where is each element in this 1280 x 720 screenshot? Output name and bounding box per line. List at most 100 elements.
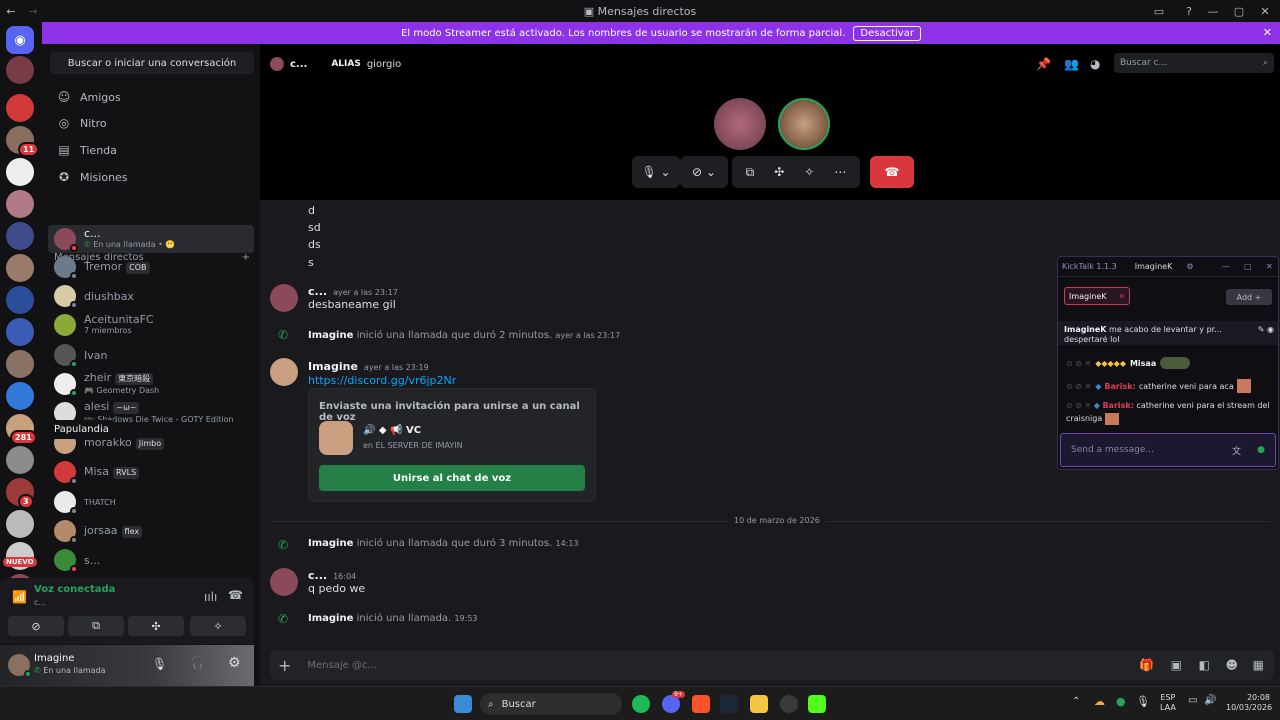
language-indicator[interactable]: ESP LAA — [1160, 693, 1176, 713]
dm-item[interactable]: THATCH — [48, 488, 254, 516]
dm-item[interactable]: AceitunitaFC 7 miembros — [48, 311, 254, 339]
mod-icons[interactable]: ⊙ ⊘ ✕ — [1066, 382, 1091, 391]
conversation-search[interactable]: Buscar o iniciar una conversación — [50, 52, 254, 74]
kick-icon[interactable] — [808, 695, 826, 713]
dm-item[interactable]: s... — [48, 546, 254, 574]
server-icon-12[interactable] — [6, 446, 34, 474]
mute-button[interactable]: 🎙 ⌄ — [632, 156, 680, 188]
message-author[interactable]: Imagine — [308, 360, 358, 373]
help-icon[interactable]: ? — [1178, 0, 1200, 22]
invite-link[interactable]: https://discord.gg/vr6jp2Nr — [308, 374, 456, 387]
deactivate-streamer-button[interactable]: Desactivar — [853, 25, 921, 41]
kicktalk-tab[interactable]: ImagineK — [1135, 262, 1173, 271]
pin-icon[interactable]: 📌 — [1036, 57, 1051, 71]
emote-picker-icon[interactable]: ● — [1257, 445, 1265, 455]
nav-nitro[interactable]: ◎ Nitro — [48, 110, 254, 136]
message-author[interactable]: Imagine — [308, 538, 353, 549]
user-avatar-server[interactable] — [6, 56, 34, 84]
add-channel-button[interactable]: Add + — [1226, 289, 1272, 305]
brave-icon[interactable] — [692, 695, 710, 713]
server-icon-10[interactable] — [6, 382, 34, 410]
screenshare-button[interactable]: ⧉ — [68, 616, 124, 636]
server-icon-8[interactable] — [6, 318, 34, 346]
message-author[interactable]: c... — [308, 569, 327, 582]
server-icon-7[interactable] — [6, 286, 34, 314]
minimize-icon[interactable]: — — [1202, 0, 1224, 22]
close-icon[interactable]: ✕ — [1266, 262, 1273, 271]
taskbar-search[interactable]: ⌕ Buscar — [480, 693, 622, 715]
dm-item[interactable]: diushbax — [48, 282, 254, 310]
minimize-icon[interactable]: — — [1222, 262, 1230, 271]
soundboard-button[interactable]: ✧ — [190, 616, 246, 636]
header-username[interactable]: c... — [290, 59, 307, 70]
dm-item[interactable]: c... ✆ En una llamada • 😬 — [48, 225, 254, 253]
avatar[interactable] — [270, 568, 298, 596]
end-call-button[interactable]: ☎ — [870, 156, 914, 188]
add-friend-icon[interactable]: 👥 — [1064, 57, 1079, 71]
participant-avatar-speaking[interactable] — [778, 98, 830, 150]
mod-icons[interactable]: ⊙ ⊘ ✕ — [1066, 359, 1091, 368]
camera-button[interactable]: ⊘ ⌄ — [680, 156, 728, 188]
activities-button[interactable]: ✣ — [128, 616, 184, 636]
camera-off-button[interactable]: ⊘ — [8, 616, 64, 636]
message-input[interactable]: + Mensaje @c... 🎁 ▣ ◧ ☻ ▦ — [270, 650, 1274, 680]
translate-icon[interactable]: 文 — [1232, 444, 1241, 457]
message-author[interactable]: Imagine — [308, 613, 353, 624]
inbox-icon[interactable]: ▭ — [1148, 0, 1170, 22]
voice-status[interactable]: Voz conectada — [34, 584, 115, 595]
server-icon-4[interactable] — [6, 190, 34, 218]
tray-status-icon[interactable]: ● — [1116, 695, 1126, 708]
maximize-icon[interactable]: ▢ — [1228, 0, 1250, 22]
forward-arrow-icon[interactable]: → — [22, 0, 44, 22]
close-window-icon[interactable]: ✕ — [1254, 0, 1276, 22]
server-icon-5[interactable] — [6, 222, 34, 250]
settings-gear-icon[interactable]: ⚙ — [1186, 262, 1193, 271]
windows-start-icon[interactable] — [454, 695, 472, 713]
discord-home-icon[interactable]: ◉ — [6, 26, 34, 54]
spotify-icon[interactable] — [632, 695, 650, 713]
headphones-icon[interactable]: 🎧 — [190, 656, 205, 670]
dm-item[interactable]: jorsaa flex — [48, 517, 254, 545]
chevron-up-icon[interactable]: ⌃ — [1072, 696, 1080, 707]
server-icon-9[interactable] — [6, 350, 34, 378]
server-icon-6[interactable] — [6, 254, 34, 282]
avatar[interactable] — [270, 358, 298, 386]
more-icon[interactable]: ⋯ — [834, 165, 846, 179]
dm-item[interactable]: Ivan — [48, 341, 254, 369]
back-arrow-icon[interactable]: ← — [0, 0, 22, 22]
settings-gear-icon[interactable]: ⚙ — [228, 655, 241, 671]
message-author[interactable]: c... — [308, 285, 327, 298]
add-attachment-icon[interactable]: + — [278, 656, 291, 675]
gif-icon[interactable]: ▣ — [1171, 658, 1182, 672]
nav-shop[interactable]: ▤ Tienda — [48, 137, 254, 163]
tray-app-icon[interactable]: ☁ — [1094, 695, 1105, 708]
nav-quests[interactable]: ✪ Misiones — [48, 164, 254, 190]
app-icon[interactable] — [780, 695, 798, 713]
close-chip-icon[interactable]: ✕ — [1118, 292, 1125, 301]
dm-item[interactable]: zheir 東京暗殺 🎮 Geometry Dash — [48, 370, 254, 398]
pin-icon[interactable]: ✎ ◉ — [1258, 325, 1274, 335]
maximize-icon[interactable]: ▢ — [1244, 262, 1252, 271]
server-icon-14[interactable] — [6, 510, 34, 538]
volume-icon[interactable]: 🔊 — [1204, 695, 1216, 706]
chat-search-input[interactable]: Buscar c... ⌕ — [1114, 53, 1274, 73]
microphone-icon[interactable]: 🎙 — [1136, 695, 1150, 708]
clock[interactable]: 20:08 10/03/2026 — [1226, 693, 1272, 713]
network-icon[interactable]: ▭ — [1188, 695, 1197, 706]
apps-icon[interactable]: ▦ — [1253, 658, 1264, 672]
dm-item[interactable]: Misa RVLS — [48, 458, 254, 486]
mod-icons[interactable]: ⊙ ⊘ ✕ — [1066, 401, 1091, 410]
close-banner-icon[interactable]: ✕ — [1263, 26, 1272, 39]
noise-suppression-icon[interactable]: ıılı — [204, 590, 217, 604]
avatar[interactable] — [270, 284, 298, 312]
kicktalk-message-input[interactable]: Send a message... 文 ● — [1060, 433, 1276, 467]
nav-friends[interactable]: ☺ Amigos — [48, 84, 254, 110]
activities-icon[interactable]: ✣ — [774, 165, 784, 179]
message-author[interactable]: Imagine — [308, 330, 353, 341]
participant-avatar[interactable] — [714, 98, 766, 150]
disconnect-icon[interactable]: ☎ — [228, 588, 243, 602]
emoji-icon[interactable]: ☻ — [1225, 658, 1238, 672]
server-icon-1[interactable] — [6, 94, 34, 122]
microphone-icon[interactable]: 🎙 — [152, 657, 167, 671]
screenshare-icon[interactable]: ⧉ — [746, 165, 755, 180]
